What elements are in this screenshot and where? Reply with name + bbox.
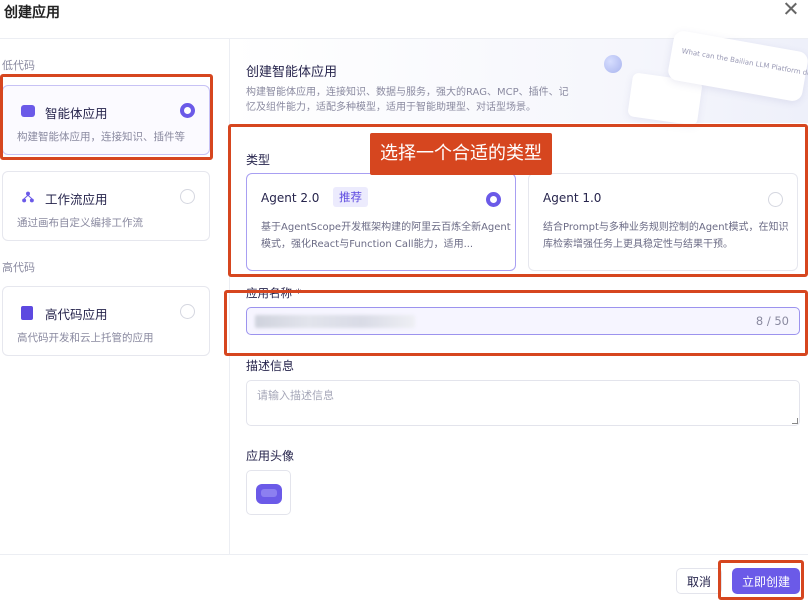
avatar-picker[interactable] <box>246 470 291 515</box>
annotation-callout: 选择一个合适的类型 <box>370 133 552 175</box>
robot-avatar-icon <box>256 484 282 504</box>
radio-unselected[interactable] <box>180 189 195 204</box>
agent-desc: 基于AgentScope开发框架构建的阿里云百炼全新Agent模式，强化Reac… <box>261 222 511 250</box>
type-card-name: 高代码应用 <box>45 307 108 322</box>
dialog-title: 创建应用 <box>4 5 60 21</box>
agent-card-2-0[interactable]: Agent 2.0 推荐 基于AgentScope开发框架构建的阿里云百炼全新A… <box>246 173 516 271</box>
description-label: 描述信息 <box>246 359 295 373</box>
type-card-name: 工作流应用 <box>45 192 108 207</box>
banner-title: 创建智能体应用 <box>246 65 338 80</box>
cancel-button[interactable]: 取消 <box>676 568 722 594</box>
radio-unselected[interactable] <box>180 304 195 319</box>
type-card-desc: 通过画布自定义编排工作流 <box>17 217 143 229</box>
app-type-sidebar: 低代码 智能体应用 构建智能体应用，连接知识、插件等 工作流应用 通过画布自定义… <box>0 38 230 554</box>
radio-selected[interactable] <box>180 103 195 118</box>
robot-icon <box>21 105 35 117</box>
close-icon[interactable] <box>782 0 800 18</box>
main-form: 创建智能体应用 构建智能体应用，连接知识、数据与服务，强大的RAG、MCP、插件… <box>230 29 808 554</box>
type-card-name: 智能体应用 <box>45 106 108 121</box>
blurred-value <box>255 315 415 328</box>
type-card-agent-app[interactable]: 智能体应用 构建智能体应用，连接知识、插件等 <box>2 85 210 155</box>
workflow-icon <box>22 191 34 203</box>
document-icon <box>21 306 33 320</box>
chip-text: What can the Bailian LLM Platform do? <box>681 47 808 79</box>
agent-card-1-0[interactable]: Agent 1.0 结合Prompt与多种业务规则控制的Agent模式，在知识库… <box>528 173 798 271</box>
type-card-high-code-app[interactable]: 高代码应用 高代码开发和云上托管的应用 <box>2 286 210 356</box>
intro-banner: 创建智能体应用 构建智能体应用，连接知识、数据与服务，强大的RAG、MCP、插件… <box>230 29 808 126</box>
resize-handle-icon[interactable] <box>792 418 798 424</box>
group-label-low-code: 低代码 <box>2 59 35 72</box>
avatar-label: 应用头像 <box>246 449 295 463</box>
group-label-high-code: 高代码 <box>2 261 35 274</box>
agent-name: Agent 2.0 <box>261 191 320 205</box>
radio-unselected[interactable] <box>768 192 783 207</box>
type-card-desc: 高代码开发和云上托管的应用 <box>17 332 154 344</box>
agent-desc: 结合Prompt与多种业务规则控制的Agent模式，在知识库检索增强任务上更具稳… <box>543 222 789 250</box>
create-now-button[interactable]: 立即创建 <box>732 568 800 594</box>
agent-name: Agent 1.0 <box>543 191 602 205</box>
type-section-label: 类型 <box>246 153 271 167</box>
app-name-label: 应用名称 * <box>246 286 302 300</box>
type-card-desc: 构建智能体应用，连接知识、插件等 <box>17 131 185 143</box>
recommend-badge: 推荐 <box>333 187 368 207</box>
type-card-workflow-app[interactable]: 工作流应用 通过画布自定义编排工作流 <box>2 171 210 241</box>
description-textarea[interactable] <box>246 380 800 426</box>
radio-selected[interactable] <box>486 192 501 207</box>
banner-desc: 构建智能体应用，连接知识、数据与服务，强大的RAG、MCP、插件、记忆及组件能力… <box>246 87 569 113</box>
decorative-orb <box>604 55 622 73</box>
app-name-input[interactable]: 8 / 50 <box>246 307 800 335</box>
char-counter: 8 / 50 <box>755 314 789 328</box>
